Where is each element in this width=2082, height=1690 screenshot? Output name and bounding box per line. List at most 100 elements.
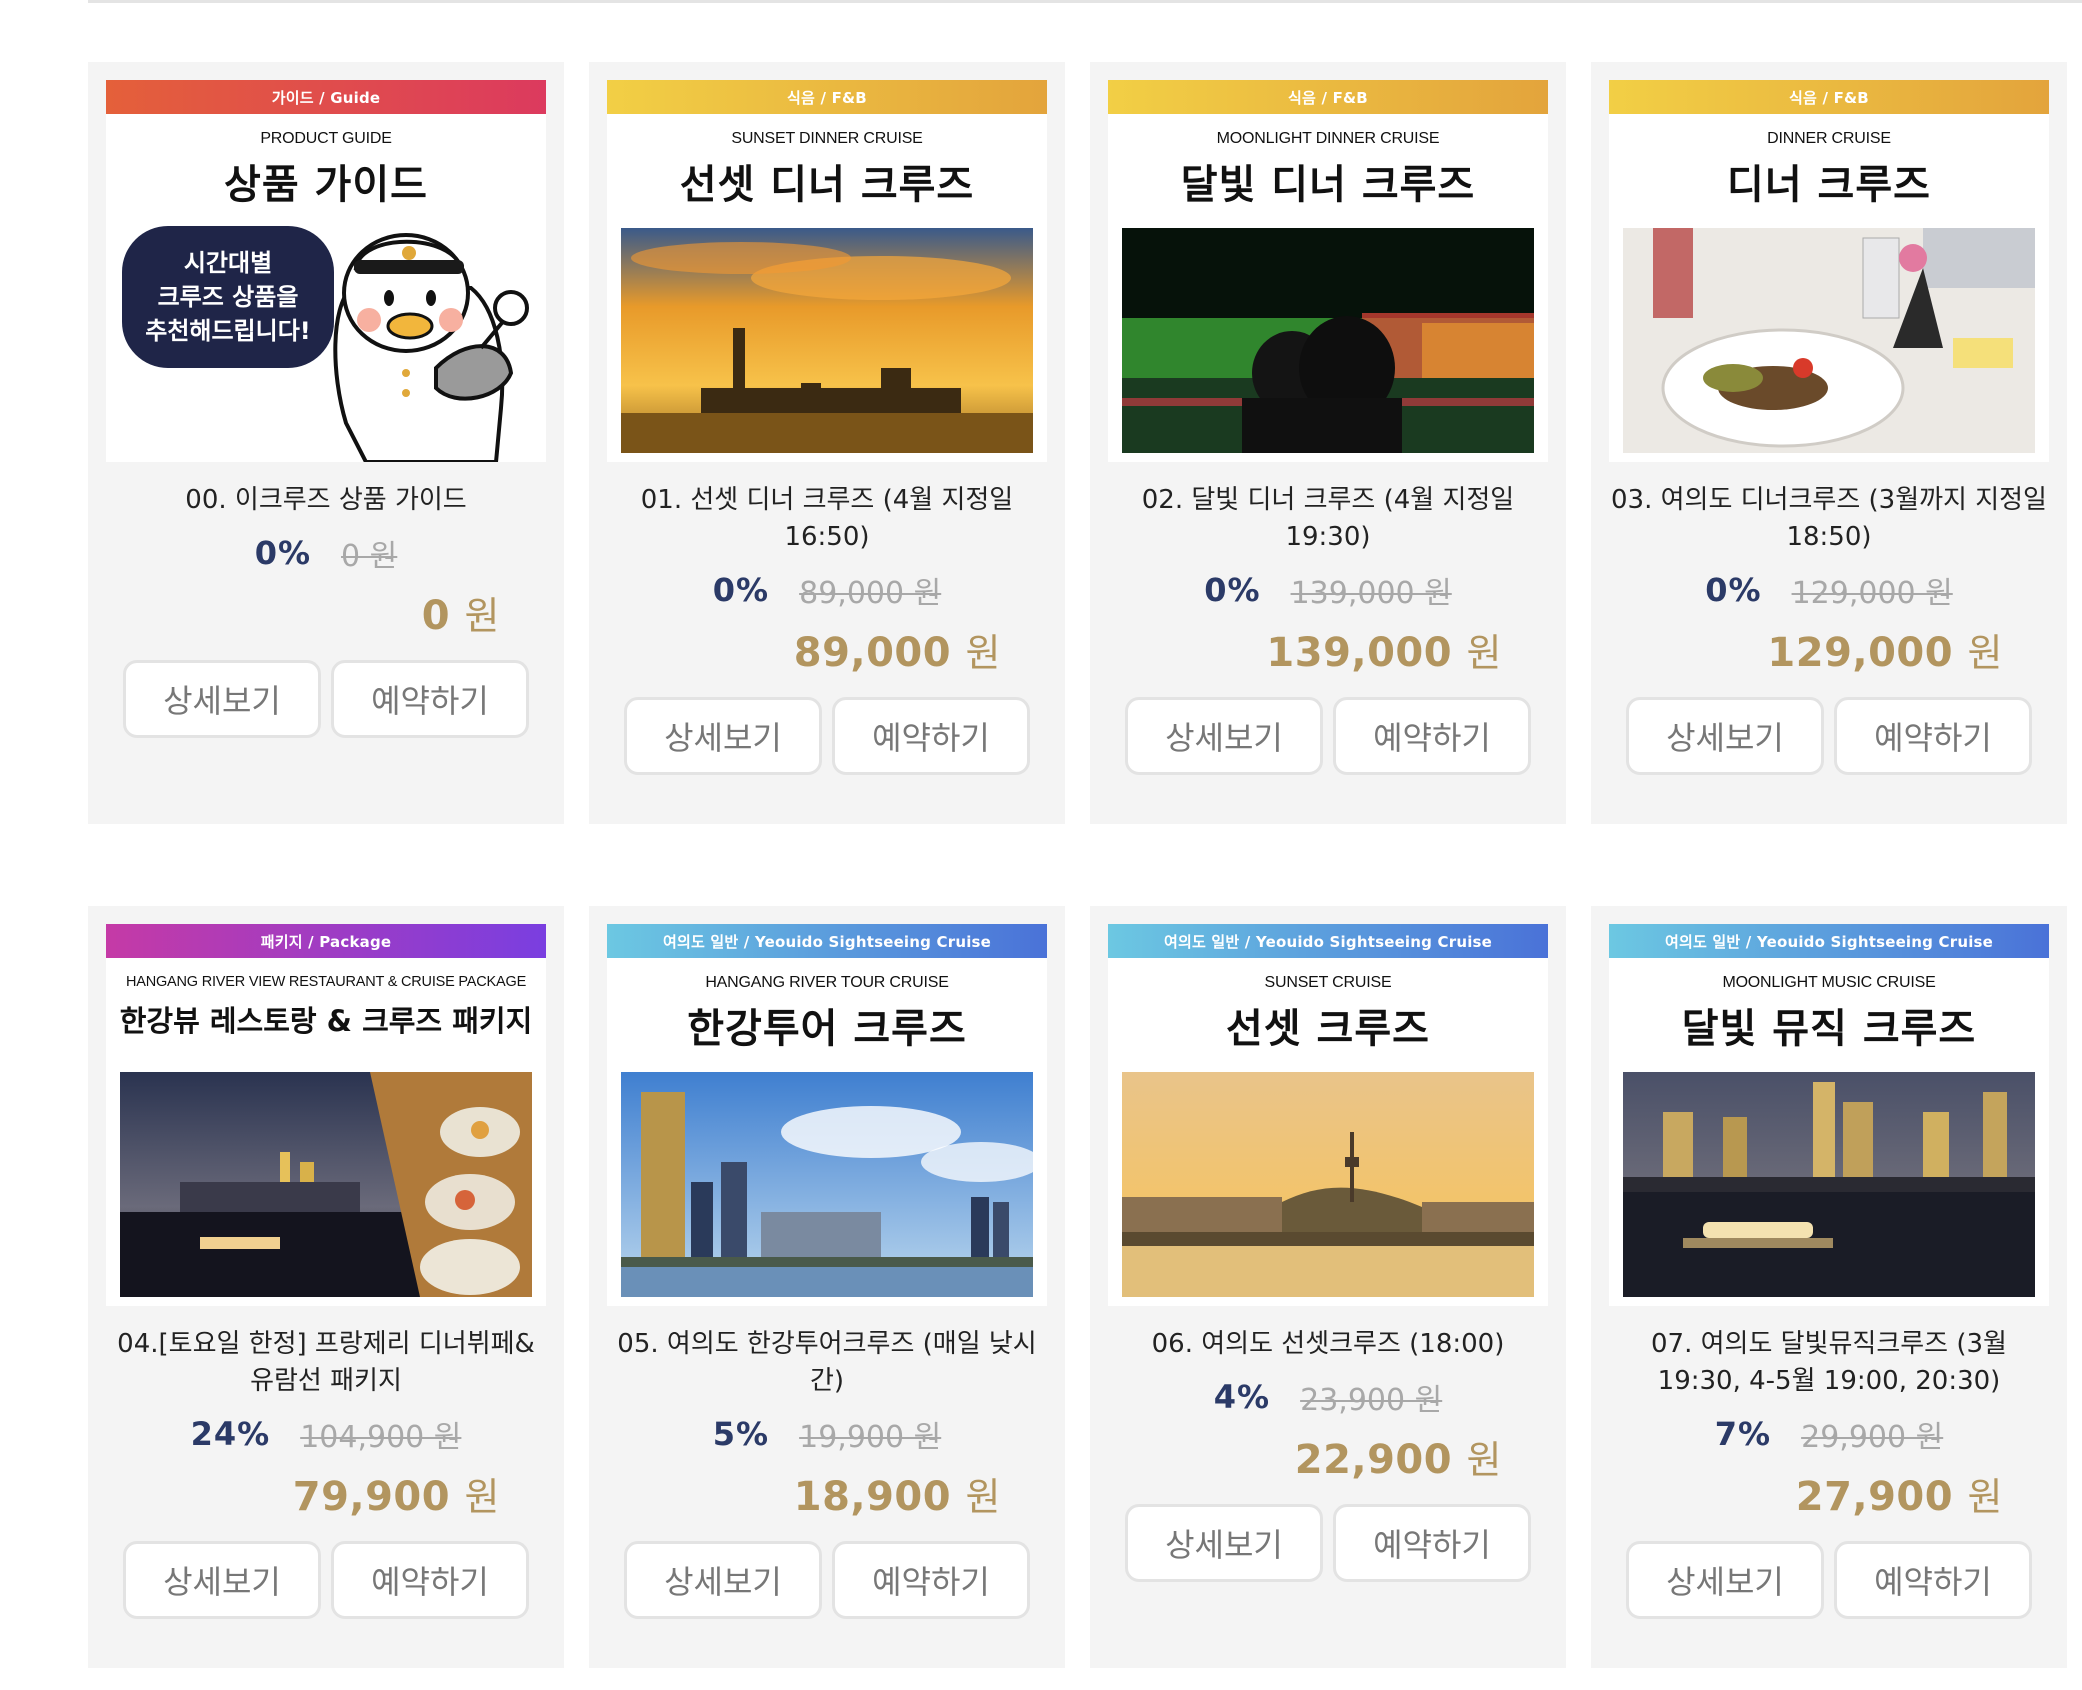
sunset-city-skyline-photo (621, 228, 1033, 453)
price-row: 0% 129,000 원 (1705, 568, 1953, 612)
sale-price-value: 0 (421, 593, 451, 639)
category-bar: 패키지 / Package (106, 924, 546, 958)
product-name[interactable]: 00. 이크루즈 상품 가이드 (106, 482, 546, 519)
original-price: 89,000 원 (799, 576, 942, 611)
product-card[interactable]: 식음 / F&B MOONLIGHT DINNER CRUISE 달빛 디너 크… (1090, 62, 1566, 824)
sale-price-value: 79,900 (292, 1474, 451, 1520)
reserve-button[interactable]: 예약하기 (1834, 1541, 2032, 1619)
button-row: 상세보기 예약하기 (1125, 697, 1531, 775)
category-bar: 식음 / F&B (1108, 80, 1548, 114)
reserve-button[interactable]: 예약하기 (832, 1541, 1030, 1619)
thumbnail-subtitle: SUNSET CRUISE (1264, 974, 1392, 991)
sale-price-value: 22,900 (1294, 1437, 1453, 1483)
detail-button[interactable]: 상세보기 (624, 1541, 822, 1619)
thumbnail-subtitle: MOONLIGHT DINNER CRUISE (1216, 130, 1440, 147)
bubble-text: 시간대별 크루즈 상품을 추천해드립니다! (145, 249, 311, 345)
sale-price: 89,000 원 (794, 622, 1001, 677)
thumbnail-title: 한강투어 크루즈 (687, 1006, 967, 1052)
product-name[interactable]: 01. 선셋 디너 크루즈 (4월 지정일 16:50) (607, 482, 1047, 556)
category-bar: 여의도 일반 / Yeouido Sightseeing Cruise (1609, 924, 2049, 958)
product-name[interactable]: 06. 여의도 선셋크루즈 (18:00) (1108, 1326, 1548, 1363)
product-name[interactable]: 04.[토요일 한정] 프랑제리 디너뷔페& 유람선 패키지 (106, 1326, 546, 1400)
product-card[interactable]: 여의도 일반 / Yeouido Sightseeing Cruise SUNS… (1090, 906, 1566, 1668)
reserve-button[interactable]: 예약하기 (1834, 697, 2032, 775)
product-thumbnail[interactable]: 여의도 일반 / Yeouido Sightseeing Cruise SUNS… (1108, 924, 1548, 1306)
original-price: 19,900 원 (799, 1420, 942, 1455)
price-row: 24% 104,900 원 (191, 1412, 462, 1456)
reserve-button[interactable]: 예약하기 (1333, 697, 1531, 775)
price-row: 0% 89,000 원 (713, 568, 941, 612)
thumbnail-subtitle: HANGANG RIVER VIEW RESTAURANT & CRUISE P… (125, 974, 527, 990)
sale-price: 18,900 원 (794, 1466, 1001, 1521)
detail-button[interactable]: 상세보기 (1626, 1541, 1824, 1619)
sale-price: 27,900 원 (1796, 1466, 2003, 1521)
original-price: 104,900 원 (300, 1420, 462, 1455)
product-name[interactable]: 05. 여의도 한강투어크루즈 (매일 낮시간) (607, 1326, 1047, 1400)
product-thumbnail[interactable]: 식음 / F&B MOONLIGHT DINNER CRUISE 달빛 디너 크… (1108, 80, 1548, 462)
product-name[interactable]: 02. 달빛 디너 크루즈 (4월 지정일 19:30) (1108, 482, 1548, 556)
product-name[interactable]: 03. 여의도 디너크루즈 (3월까지 지정일 18:50) (1609, 482, 2049, 556)
detail-button[interactable]: 상세보기 (123, 1541, 321, 1619)
night-river-buffet-photo (120, 1072, 532, 1297)
product-card[interactable]: 식음 / F&B DINNER CRUISE 디너 크루즈 03. 여의도 디너… (1591, 62, 2067, 824)
product-thumbnail[interactable]: 패키지 / Package HANGANG RIVER VIEW RESTAUR… (106, 924, 546, 1306)
category-bar: 여의도 일반 / Yeouido Sightseeing Cruise (1108, 924, 1548, 958)
category-bar: 여의도 일반 / Yeouido Sightseeing Cruise (607, 924, 1047, 958)
price-row: 0% 139,000 원 (1204, 568, 1452, 612)
thumbnail-title: 선셋 크루즈 (1226, 1006, 1430, 1052)
detail-button[interactable]: 상세보기 (1626, 697, 1824, 775)
reserve-button[interactable]: 예약하기 (331, 1541, 529, 1619)
product-thumbnail[interactable]: 식음 / F&B SUNSET DINNER CRUISE 선셋 디너 크루즈 (607, 80, 1047, 462)
currency-unit: 원 (965, 631, 1001, 675)
detail-button[interactable]: 상세보기 (1125, 1504, 1323, 1582)
thumbnail-subtitle: HANGANG RIVER TOUR CRUISE (705, 974, 949, 991)
discount-rate: 4% (1213, 1378, 1271, 1416)
thumbnail-title: 선셋 디너 크루즈 (679, 162, 975, 208)
product-card[interactable]: 가이드 / Guide PRODUCT GUIDE 상품 가이드 시간대별 크루… (88, 62, 564, 824)
currency-unit: 원 (464, 1475, 500, 1519)
category-bar: 식음 / F&B (607, 80, 1047, 114)
product-card[interactable]: 여의도 일반 / Yeouido Sightseeing Cruise MOON… (1591, 906, 2067, 1668)
thumbnail-title: 달빛 디너 크루즈 (1180, 162, 1476, 208)
discount-rate: 5% (712, 1415, 770, 1453)
thumbnail-subtitle: MOONLIGHT MUSIC CRUISE (1722, 974, 1936, 991)
product-card[interactable]: 식음 / F&B SUNSET DINNER CRUISE 선셋 디너 크루즈 (589, 62, 1065, 824)
sale-price-value: 89,000 (793, 630, 952, 676)
price-row: 4% 23,900 원 (1214, 1375, 1442, 1419)
product-card[interactable]: 여의도 일반 / Yeouido Sightseeing Cruise HANG… (589, 906, 1065, 1668)
sale-price-value: 139,000 (1266, 630, 1453, 676)
button-row: 상세보기 예약하기 (1626, 697, 2032, 775)
original-price: 139,000 원 (1290, 576, 1452, 611)
detail-button[interactable]: 상세보기 (1125, 697, 1323, 775)
original-price: 29,900 원 (1801, 1420, 1944, 1455)
price-row: 5% 19,900 원 (713, 1412, 941, 1456)
thumbnail-subtitle: DINNER CRUISE (1767, 130, 1891, 147)
button-row: 상세보기 예약하기 (624, 697, 1030, 775)
detail-button[interactable]: 상세보기 (624, 697, 822, 775)
thumbnail-title: 디너 크루즈 (1727, 162, 1931, 208)
product-thumbnail[interactable]: 여의도 일반 / Yeouido Sightseeing Cruise HANG… (607, 924, 1047, 1306)
product-thumbnail[interactable]: 식음 / F&B DINNER CRUISE 디너 크루즈 (1609, 80, 2049, 462)
sale-price: 22,900 원 (1295, 1429, 1502, 1484)
reserve-button[interactable]: 예약하기 (1333, 1504, 1531, 1582)
sale-price: 129,000 원 (1767, 622, 2003, 677)
button-row: 상세보기 예약하기 (1626, 1541, 2032, 1619)
reserve-button[interactable]: 예약하기 (832, 697, 1030, 775)
button-row: 상세보기 예약하기 (123, 1541, 529, 1619)
currency-unit: 원 (1967, 1475, 2003, 1519)
reserve-button[interactable]: 예약하기 (331, 660, 529, 738)
category-bar: 가이드 / Guide (106, 80, 546, 114)
currency-unit: 원 (1466, 631, 1502, 675)
button-row: 상세보기 예약하기 (1125, 1504, 1531, 1582)
original-price: 129,000 원 (1791, 576, 1953, 611)
button-row: 상세보기 예약하기 (123, 660, 529, 738)
product-name[interactable]: 07. 여의도 달빛뮤직크루즈 (3월 19:30, 4-5월 19:00, 2… (1609, 1326, 2049, 1400)
product-thumbnail[interactable]: 여의도 일반 / Yeouido Sightseeing Cruise MOON… (1609, 924, 2049, 1306)
product-thumbnail[interactable]: 가이드 / Guide PRODUCT GUIDE 상품 가이드 시간대별 크루… (106, 80, 546, 462)
button-row: 상세보기 예약하기 (624, 1541, 1030, 1619)
thumbnail-subtitle: SUNSET DINNER CRUISE (731, 130, 923, 147)
detail-button[interactable]: 상세보기 (123, 660, 321, 738)
currency-unit: 원 (965, 1475, 1001, 1519)
discount-rate: 0% (1204, 571, 1261, 609)
product-card[interactable]: 패키지 / Package HANGANG RIVER VIEW RESTAUR… (88, 906, 564, 1668)
